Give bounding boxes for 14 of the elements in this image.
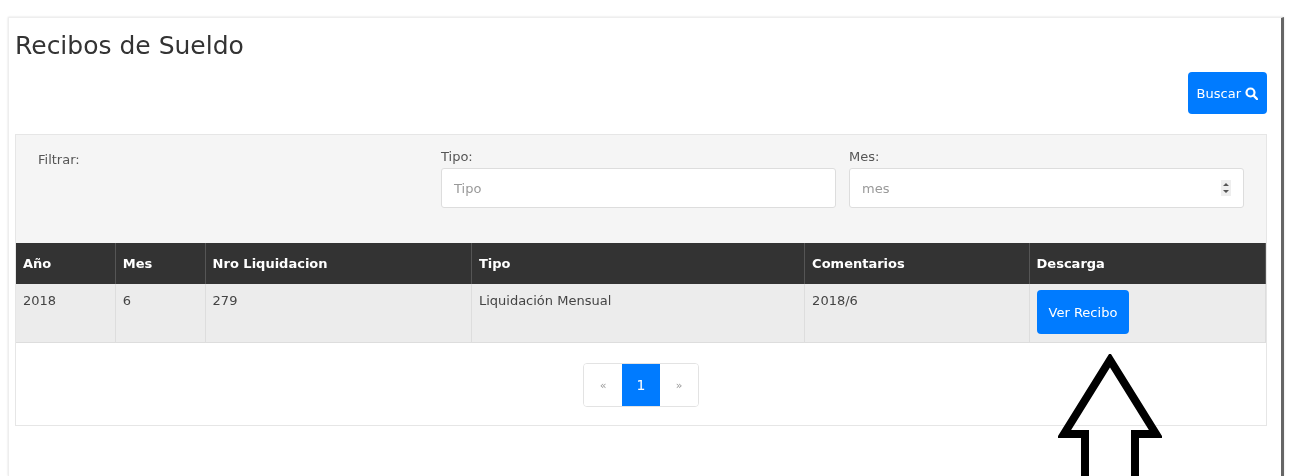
page-title: Recibos de Sueldo (15, 30, 245, 61)
table-cell: 279 (205, 284, 472, 342)
field-label: Mes: (849, 149, 881, 164)
type-field[interactable]: Tipo (441, 168, 836, 208)
page-button[interactable]: 1 (622, 364, 660, 406)
search-button[interactable]: Buscar (1187, 72, 1267, 114)
table-cell: 2018 (16, 284, 116, 342)
table-cell: 6 (115, 284, 206, 342)
month-field[interactable]: mes (849, 168, 1244, 208)
table-cell: Liquidación Mensual (471, 284, 806, 342)
filter-label: Filtrar: (38, 152, 80, 167)
view-receipt-button[interactable]: Ver Recibo (1036, 290, 1130, 334)
field-label: Tipo: (441, 149, 474, 164)
table-cell: 2018/6 (805, 284, 1030, 342)
